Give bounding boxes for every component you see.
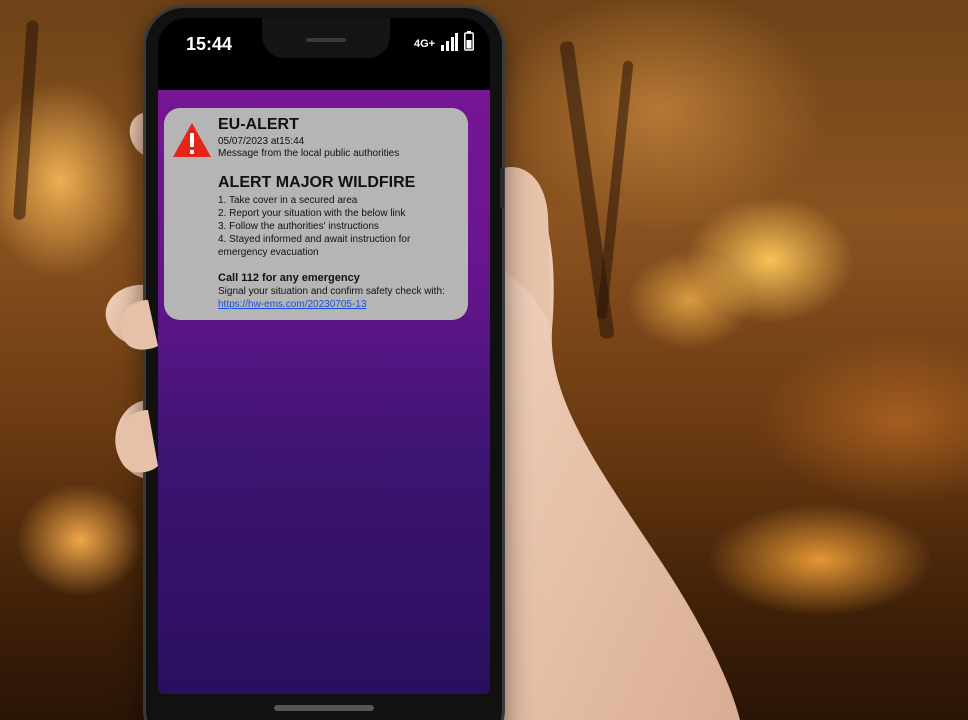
emergency-call-text: Call 112 for any emergency — [218, 272, 360, 284]
network-type: 4G+ — [414, 38, 436, 50]
alert-title: EU-ALERT — [218, 116, 299, 133]
battery-icon — [464, 31, 474, 51]
emergency-alert-card[interactable]: EU-ALERT 05/07/2023 at15:44 Message from… — [164, 108, 468, 320]
instruction-item: 4. Stayed informed and await instruction… — [218, 234, 411, 258]
home-indicator — [274, 705, 374, 711]
earpiece-speaker — [306, 38, 346, 42]
smartphone: 15:44 4G+ EU-ALERT 05/07/2023 at15:44 Me… — [146, 8, 504, 720]
warning-triangle-icon — [173, 123, 211, 157]
camera-notch — [262, 18, 390, 58]
wildfire-scene: 15:44 4G+ EU-ALERT 05/07/2023 at15:44 Me… — [0, 0, 968, 720]
cell-signal-icon — [441, 33, 458, 51]
instruction-item: 3. Follow the authorities' instructions — [218, 221, 379, 232]
alert-source: Message from the local public authoritie… — [218, 148, 400, 159]
status-time: 15:44 — [186, 34, 233, 54]
phone-screen: 15:44 4G+ EU-ALERT 05/07/2023 at15:44 Me… — [158, 18, 490, 694]
alert-timestamp: 05/07/2023 at15:44 — [218, 136, 305, 147]
instruction-item: 2. Report your situation with the below … — [218, 208, 406, 219]
alert-headline: ALERT MAJOR WILDFIRE — [218, 174, 416, 191]
safety-check-link[interactable]: https://hw-ems.com/20230705-13 — [218, 299, 366, 310]
safety-check-text: Signal your situation and confirm safety… — [218, 286, 445, 297]
instruction-list: 1. Take cover in a secured area 2. Repor… — [218, 194, 462, 259]
side-button — [500, 168, 504, 208]
instruction-item: 1. Take cover in a secured area — [218, 195, 358, 206]
status-bar: 15:44 4G+ — [158, 18, 490, 90]
